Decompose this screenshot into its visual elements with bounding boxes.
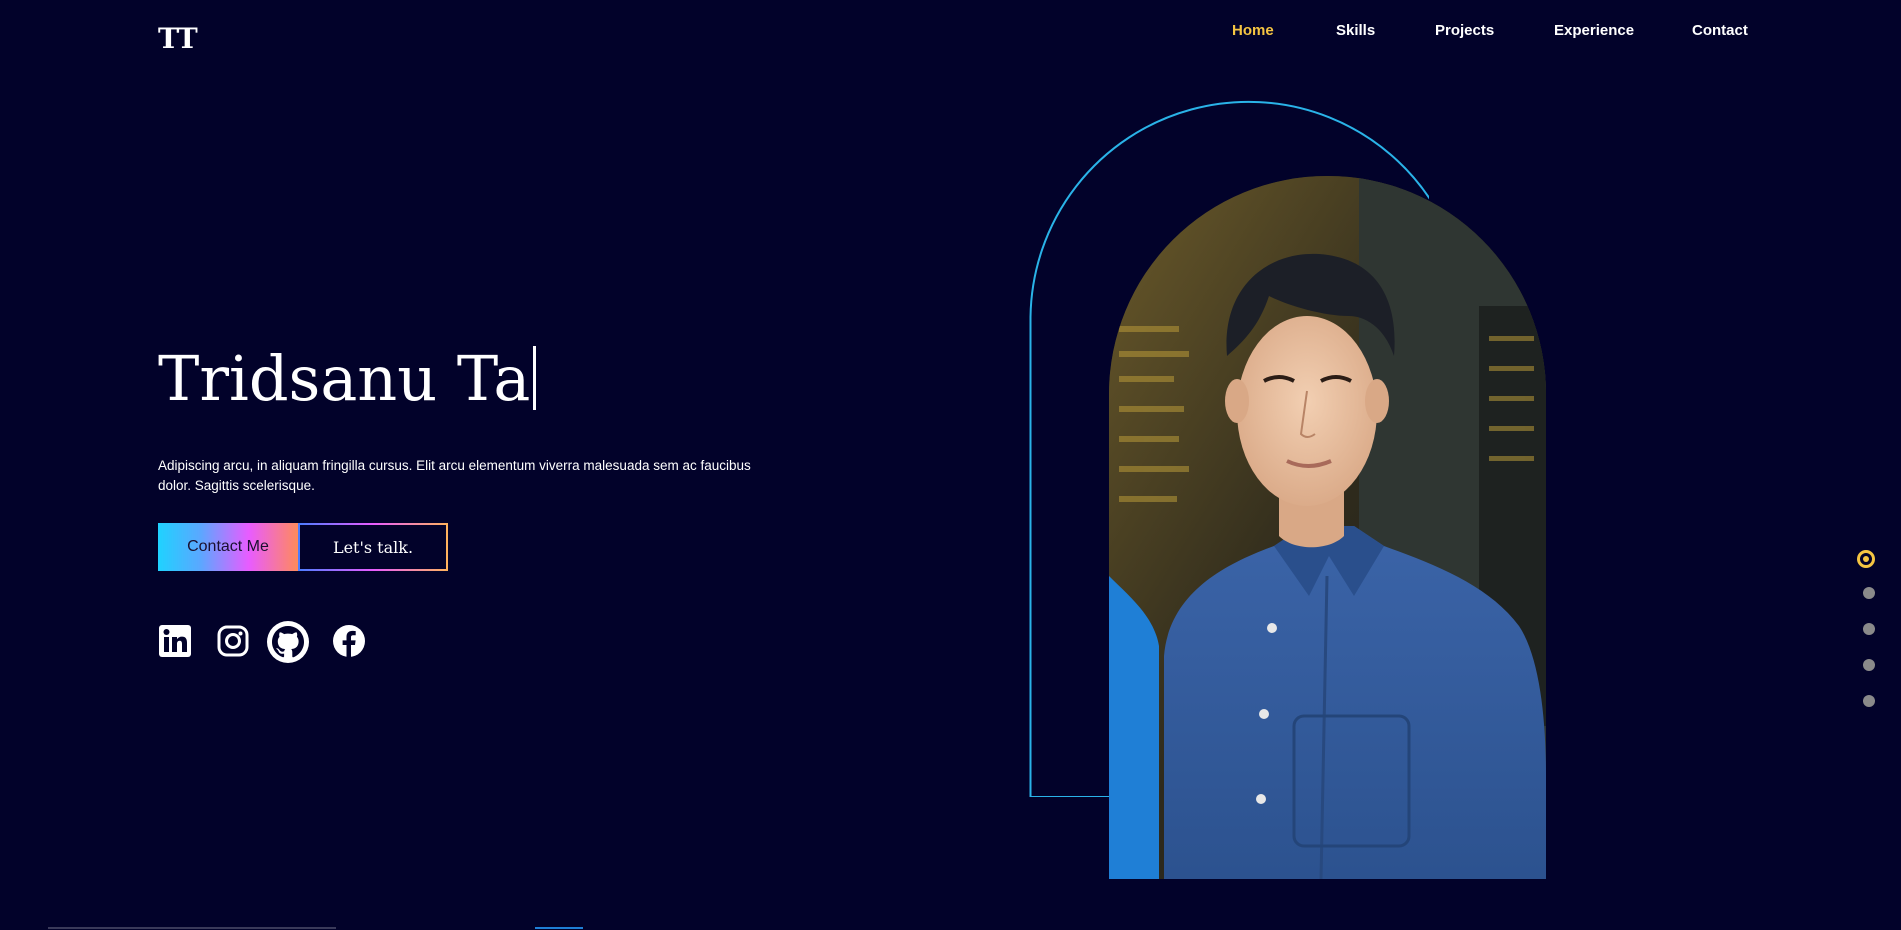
- section-dot-4[interactable]: [1863, 659, 1875, 671]
- lets-talk-button[interactable]: Let's talk.: [298, 523, 448, 571]
- contact-me-button[interactable]: Contact Me: [158, 523, 298, 571]
- hero-name-text: Tridsanu Ta: [158, 342, 531, 415]
- profile-photo: [1109, 176, 1546, 879]
- nav-contact[interactable]: Contact: [1692, 22, 1748, 39]
- nav-experience[interactable]: Experience: [1554, 22, 1634, 39]
- github-icon[interactable]: [266, 620, 310, 664]
- nav-skills[interactable]: Skills: [1336, 22, 1375, 39]
- logo[interactable]: TT: [158, 22, 198, 55]
- instagram-icon[interactable]: [216, 624, 250, 658]
- nav-home[interactable]: Home: [1232, 22, 1274, 39]
- facebook-icon[interactable]: [332, 624, 366, 658]
- section-indicator: [1857, 550, 1881, 720]
- bottom-divider-accent: [535, 927, 583, 929]
- linkedin-icon[interactable]: [158, 624, 192, 658]
- nav-projects[interactable]: Projects: [1435, 22, 1494, 39]
- section-dot-2[interactable]: [1863, 587, 1875, 599]
- hero-name: Tridsanu Ta: [158, 346, 537, 410]
- hero-description: Adipiscing arcu, in aliquam fringilla cu…: [158, 458, 751, 493]
- typing-caret: [533, 346, 537, 410]
- section-dot-5[interactable]: [1863, 695, 1875, 707]
- section-dot-1[interactable]: [1857, 550, 1875, 568]
- section-dot-3[interactable]: [1863, 623, 1875, 635]
- hero-buttons: Contact Me Let's talk.: [158, 523, 448, 571]
- page: TT Home Skills Projects Experience Conta…: [0, 0, 1901, 930]
- bottom-divider: [48, 927, 336, 929]
